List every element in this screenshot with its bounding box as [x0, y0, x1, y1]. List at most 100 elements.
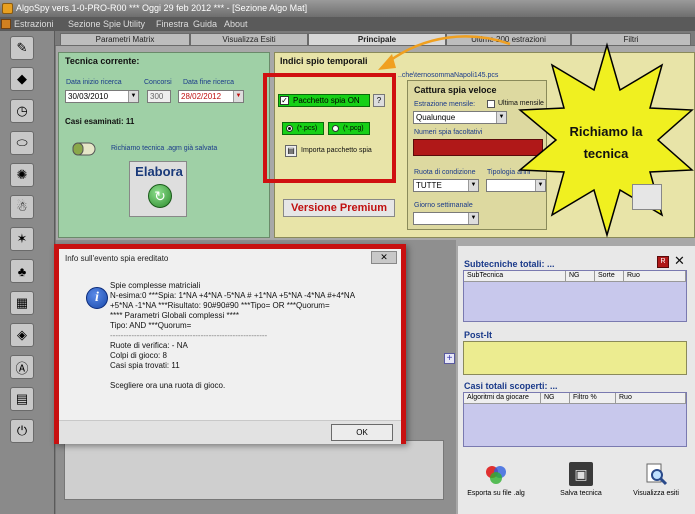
window-title: AlgoSpy vers.1-0-PRO-R00 *** Oggi 29 feb…	[0, 0, 695, 17]
col-filtro[interactable]: Filtro %	[570, 393, 616, 404]
star-icon[interactable]: ✶	[10, 227, 34, 251]
dialog-line: Colpi di gioco: 8	[110, 351, 167, 360]
radio-pcs-label: (*.pcs)	[297, 125, 318, 132]
concorsi-label: Concorsi	[144, 79, 172, 86]
check-icon[interactable]: ✓	[280, 96, 289, 105]
giorno-label: Giorno settimanale	[414, 202, 473, 209]
dialog-line: N-esima:0 ***Spia: 1*NA +4*NA -5*NA # +1…	[110, 291, 356, 300]
estrazione-label: Estrazione mensile:	[414, 101, 476, 108]
chevron-down-icon[interactable]: ▼	[468, 213, 478, 224]
calendar-icon[interactable]: ▦	[10, 291, 34, 315]
dialog-line: Spie complesse matriciali	[110, 281, 201, 290]
salva-label: Salva tecnica	[560, 490, 602, 497]
dialog-message: Spie complesse matriciali N-esima:0 ***S…	[110, 281, 400, 391]
col-ng[interactable]: NG	[566, 271, 595, 282]
col-ruo[interactable]: Ruo	[624, 271, 686, 282]
drop-icon[interactable]: ◈	[10, 323, 34, 347]
app-icon	[2, 3, 13, 14]
dialog-title: Info sull'evento spia ereditato	[65, 254, 169, 263]
menu-about[interactable]: About	[224, 17, 248, 31]
refresh-icon: ↻	[148, 184, 172, 208]
chevron-down-icon[interactable]: ▼	[496, 112, 506, 123]
book-icon[interactable]: ▤	[10, 387, 34, 411]
dialog-line: Ruote di verifica: - NA	[110, 341, 188, 350]
menu-utility[interactable]: Utility	[123, 17, 145, 31]
postit-title: Post-It	[464, 330, 492, 340]
data-inizio-value: 30/03/2010	[68, 92, 109, 101]
bulb-icon[interactable]: ✺	[10, 163, 34, 187]
close-icon[interactable]: ✕	[674, 253, 685, 269]
results-grid	[64, 440, 444, 500]
col-ng[interactable]: NG	[541, 393, 570, 404]
ruota-value: TUTTE	[416, 181, 442, 190]
clock-icon[interactable]: ◷	[10, 99, 34, 123]
side-button[interactable]	[632, 184, 662, 210]
capsule-icon[interactable]: ⬭	[10, 131, 34, 155]
col-subtecnica[interactable]: SubTecnica	[464, 271, 566, 282]
menu-bar: Estrazioni Sezione Spie Utility Finestra…	[0, 17, 695, 31]
data-inizio-field[interactable]: 30/03/2010 ▼	[65, 90, 139, 103]
tecnica-title: Tecnica corrente:	[65, 56, 140, 66]
elabora-label: Elabora	[135, 164, 183, 179]
callout-line1: Richiamo la	[570, 124, 644, 139]
report-icon[interactable]: R	[657, 256, 669, 268]
casi-table: Algoritmi da giocare NG Filtro % Ruo	[463, 392, 687, 447]
menu-estrazioni[interactable]: Estrazioni	[14, 17, 54, 31]
col-algoritmi[interactable]: Algoritmi da giocare	[464, 393, 541, 404]
data-inizio-label: Data inizio ricerca	[66, 79, 122, 86]
callout-arrow	[378, 35, 511, 70]
chevron-down-icon[interactable]: ▼	[468, 180, 478, 191]
giorno-select[interactable]: ▼	[413, 212, 479, 225]
subtecniche-table: SubTecnica NG Sorte Ruo	[463, 270, 687, 322]
menu-finestra[interactable]: Finestra	[156, 17, 189, 31]
dialog-close-button[interactable]: ✕	[371, 251, 397, 264]
col-sorte[interactable]: Sorte	[595, 271, 624, 282]
dialog-separator: ----------------------------------------…	[110, 331, 268, 340]
versione-premium-button[interactable]: Versione Premium	[283, 199, 395, 217]
capsule-icon[interactable]	[71, 137, 99, 161]
person-icon[interactable]: ☃	[10, 195, 34, 219]
visualizza-label: Visualizza esiti	[633, 490, 679, 497]
elabora-button[interactable]: Elabora ↻	[129, 161, 187, 217]
indici-title: Indici spio temporali	[280, 56, 368, 66]
salva-tecnica-button[interactable]: ▣ Salva tecnica	[555, 462, 607, 497]
subtecniche-title: Subtecniche totali: ...	[464, 259, 555, 269]
ruota-select[interactable]: TUTTE ▼	[413, 179, 479, 192]
radio-pcg-label: (*.pcg)	[343, 125, 364, 132]
visualizza-esiti-button[interactable]: Visualizza esiti	[627, 462, 685, 497]
qualunque-select[interactable]: Qualunque ▼	[413, 111, 507, 124]
pacchetto-spia-on[interactable]: Pacchetto spia ON	[278, 94, 370, 107]
casi-title: Casi totali scoperti: ...	[464, 381, 558, 391]
esporta-button[interactable]: Esporta su file .alg	[462, 462, 530, 497]
data-fine-field[interactable]: 28/02/2012 ▼	[178, 90, 244, 103]
chevron-down-icon[interactable]: ▼	[128, 91, 138, 102]
dialog-line: +5*NA -1*NA ***Risultato: 90#90#90 ***Ti…	[110, 301, 330, 310]
concorsi-field[interactable]: 300	[147, 90, 171, 103]
esporta-label: Esporta su file .alg	[467, 490, 525, 497]
ok-button[interactable]: OK	[331, 424, 393, 441]
dialog-line: Scegliere ora una ruota di gioco.	[110, 381, 226, 390]
plus-icon[interactable]: +	[444, 353, 455, 364]
menu-guida[interactable]: Guida	[193, 17, 217, 31]
floppy-icon: ▣	[569, 462, 593, 486]
power-icon[interactable]: ⏻	[10, 419, 34, 443]
col-ruo[interactable]: Ruo	[616, 393, 686, 404]
import-icon[interactable]: ▤	[285, 145, 297, 157]
ruota-label: Ruota di condizione	[414, 169, 476, 176]
dialog-line: **** Parametri Globali complessi ****	[110, 311, 239, 320]
ultima-mensile-checkbox[interactable]	[487, 100, 495, 108]
radio-pcg[interactable]: (*.pcg)	[328, 122, 370, 135]
help-button[interactable]: ?	[373, 94, 385, 107]
chevron-down-icon[interactable]: ▼	[233, 91, 243, 102]
importa-pacchetto-link[interactable]: Importa pacchetto spia	[301, 147, 372, 154]
radio-dot-icon	[332, 125, 339, 132]
tree-icon[interactable]: ♣	[10, 259, 34, 283]
menu-sezione-spie[interactable]: Sezione Spie	[68, 17, 121, 31]
radio-pcs[interactable]: (*.pcs)	[282, 122, 324, 135]
postit-textarea[interactable]	[463, 341, 687, 375]
pencil-icon[interactable]: ✎	[10, 36, 34, 60]
cube-icon[interactable]: ◆	[10, 67, 34, 91]
numeri-label: Numeri spia facoltativi	[414, 129, 483, 136]
callout-line2: tecnica	[584, 146, 630, 161]
circle-a-icon[interactable]: Ⓐ	[10, 355, 34, 379]
